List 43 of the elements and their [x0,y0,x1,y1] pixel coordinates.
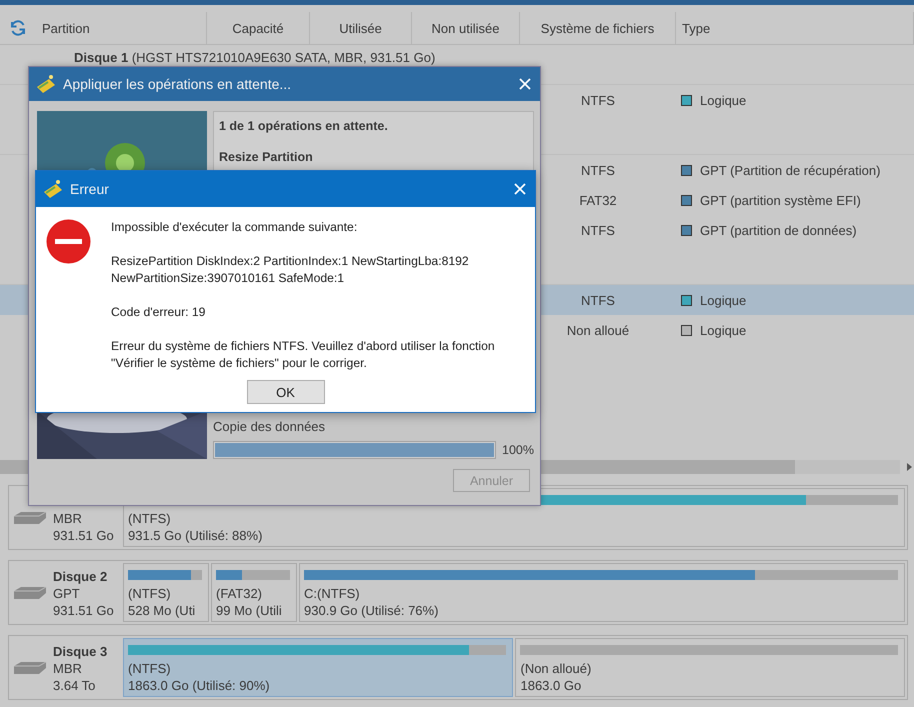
type-cell: GPT (Partition de récupération) [700,162,880,178]
partition-size: 931.5 Go (Utilisé: 88%) [128,527,264,544]
partition-label: C:(NTFS) [304,585,361,602]
partition-scheme: MBR [53,660,83,677]
file-system-cell-text: Non alloué [566,322,630,338]
partition-size: 528 Mo (Uti [128,602,196,619]
partition-label: (NTFS) [128,585,172,602]
disk-size: 3.64 To [53,677,96,694]
step-label: Copie des données [213,419,326,434]
partition-label: (FAT32) [216,585,264,602]
partition-label: (Non alloué) [520,660,592,677]
error-message: Impossible d'exécuter la commande suivante: [111,219,358,236]
file-system-cell-text: NTFS [580,162,616,178]
operation-name: Resize Partition [219,150,314,164]
dialog-title: Appliquer les opérations en attente... [63,76,292,92]
error-message: Code d'erreur: 19 [111,304,206,321]
partition-scheme: MBR [53,510,83,527]
partition-size: 1863.0 Go (Utilisé: 90%) [128,677,271,694]
error-message: ResizePartition DiskIndex:2 PartitionIndex:1 NewStartingLba:8192 NewPartitionSize:3907010161 SafeMode:1 [111,253,470,287]
disk-name: Disque 2 [53,568,108,585]
file-system-cell-text: NTFS [580,222,616,238]
type-cell: Logique [700,322,746,338]
type-cell: GPT (partition système EFI) [700,192,861,208]
pending-summary: 1 de 1 opérations en attente. [219,119,389,133]
type-cell: Logique [700,92,746,108]
partition-label: (NTFS) [128,660,172,677]
progress-reading: 100% [502,443,534,457]
partition-size: 930.9 Go (Utilisé: 76%) [304,602,440,619]
type-cell: Logique [700,292,746,308]
partition-size: 1863.0 Go [520,677,582,694]
partition-scheme: GPT [53,585,81,602]
dialog-title: Erreur [70,181,110,197]
disk-title: Disque 1 (HGST HTS721010A9E630 SATA, MBR, 931.51 Go) [74,50,436,65]
error-message: Erreur du système de fichiers NTFS. Veuillez d'abord utiliser la fonction "Vérifier le système de fichiers" pour le corriger. [111,338,496,372]
file-system-cell-text: NTFS [580,92,616,108]
partition-label: (NTFS) [128,510,172,527]
disk-size: 931.51 Go [53,602,114,619]
disk-name: Disque 3 [53,643,108,660]
type-cell: GPT (partition de données) [700,222,857,238]
file-system-cell-text: FAT32 [578,192,618,208]
file-system-cell-text: NTFS [580,292,616,308]
disk-size: 931.51 Go [53,527,114,544]
partition-size: 99 Mo (Utili [216,602,283,619]
